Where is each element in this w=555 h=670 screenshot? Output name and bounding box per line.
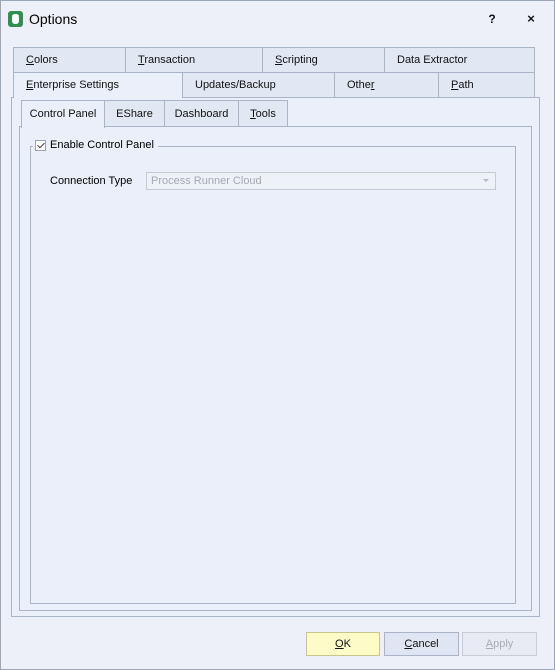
tab-scripting[interactable]: Scripting [262, 47, 385, 72]
subtab-eshare-label: EShare [116, 108, 153, 120]
connection-type-label: Connection Type [50, 175, 133, 187]
connection-type-value: Process Runner Cloud [151, 175, 262, 187]
ok-button[interactable]: OK [306, 632, 380, 656]
subtab-tools-label: ools [255, 108, 276, 120]
ok-button-label: K [343, 638, 351, 650]
subtab-dashboard[interactable]: Dashboard [164, 100, 239, 127]
tab-transaction[interactable]: Transaction [125, 47, 263, 72]
tab-other-label: Othe [347, 79, 371, 91]
tab-transaction-label: ransaction [144, 54, 196, 66]
tab-enterprise-settings[interactable]: Enterprise Settings [13, 72, 183, 98]
subtab-dashboard-label: Dashboard [174, 108, 229, 120]
enable-control-panel-checkbox[interactable] [35, 139, 46, 151]
tab-other-label-accel: r [370, 79, 375, 91]
tab-colors-label: olors [33, 54, 58, 66]
subtab-control-panel[interactable]: Control Panel [21, 100, 105, 128]
apply-button-label: pply [493, 638, 514, 650]
tab-path-label: ath [458, 79, 474, 91]
cancel-button[interactable]: Cancel [384, 632, 459, 656]
tab-enterprise-settings-label: nterprise Settings [33, 79, 119, 91]
subtab-control-panel-label: Control Panel [29, 108, 97, 120]
connection-type-select[interactable]: Process Runner Cloud [146, 172, 496, 190]
cancel-button-label: ancel [412, 638, 439, 650]
control-panel-groupbox [30, 146, 516, 604]
ok-button-accel: O [335, 638, 344, 650]
tab-data-extractor-label: Data Extractor [397, 54, 468, 66]
enable-control-panel-row[interactable]: Enable Control Panel [33, 136, 158, 154]
apply-button-accel: A [485, 638, 494, 650]
subtab-tools[interactable]: Tools [238, 100, 288, 127]
window-title: Options [29, 11, 78, 27]
chevron-down-icon [483, 179, 489, 182]
tab-other[interactable]: Other [334, 72, 439, 97]
apply-button[interactable]: Apply [462, 632, 537, 656]
tab-scripting-label: cripting [282, 54, 318, 66]
tab-path[interactable]: Path [438, 72, 535, 97]
tab-colors[interactable]: Colors [13, 47, 126, 72]
tab-data-extractor[interactable]: Data Extractor [384, 47, 535, 72]
enable-control-panel-label: Enable Control Panel [50, 139, 154, 151]
title-bar: Options ? × [1, 1, 554, 37]
tab-updates-backup-label: Updates/Backup [195, 79, 276, 91]
tab-updates-backup[interactable]: Updates/Backup [182, 72, 335, 97]
database-icon [8, 11, 23, 27]
subtab-eshare[interactable]: EShare [104, 100, 165, 127]
help-button[interactable]: ? [475, 7, 509, 31]
tab-colors-label-accel: C [26, 54, 34, 66]
close-button[interactable]: × [514, 7, 548, 31]
